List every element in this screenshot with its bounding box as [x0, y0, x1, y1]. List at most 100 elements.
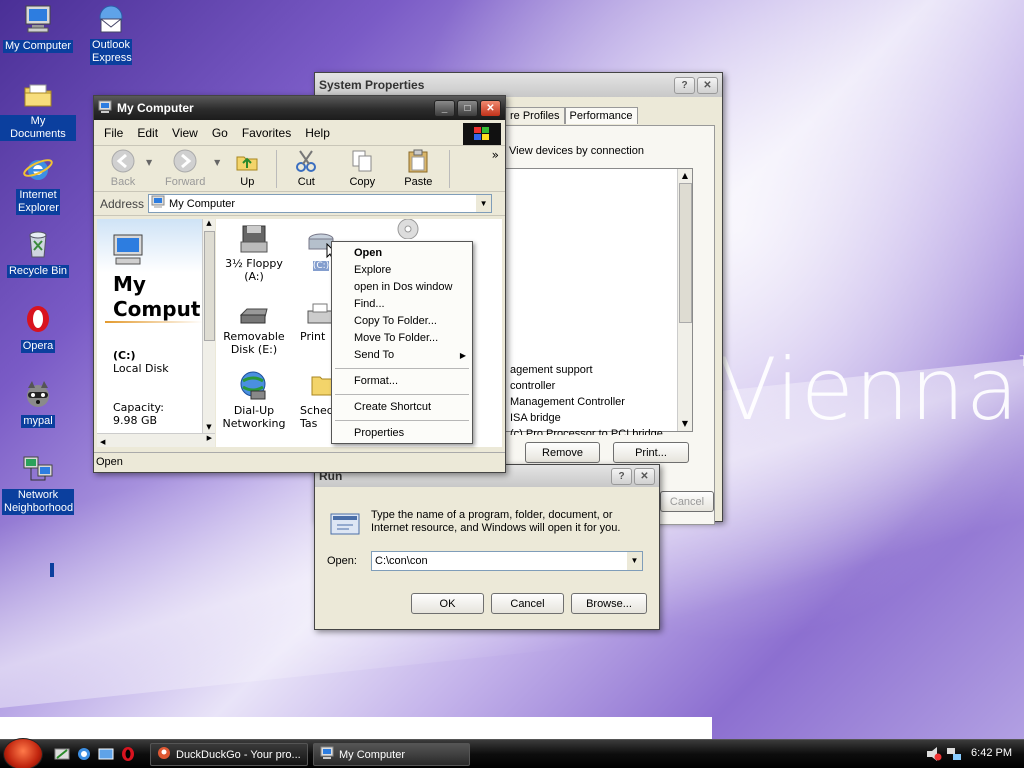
tab-hardware-profiles[interactable]: re Profiles: [505, 107, 565, 124]
close-button[interactable]: ✕: [480, 99, 501, 117]
browse-button[interactable]: Browse...: [571, 593, 647, 614]
computer-icon: [98, 100, 112, 117]
print-button[interactable]: Print...: [613, 442, 689, 463]
minimize-button[interactable]: _: [434, 99, 455, 117]
run-dialog: Run ? ✕ Type the name of a program, folde…: [314, 464, 660, 630]
paste-icon: [406, 149, 430, 173]
quicklaunch-desktop-icon[interactable]: [54, 746, 70, 765]
info-pane: My Comput (C:) Local Disk Capacity: 9.98…: [97, 219, 202, 433]
menu-file[interactable]: File: [104, 126, 123, 140]
paste-button[interactable]: Paste: [395, 149, 441, 188]
up-folder-icon: [235, 149, 259, 173]
list-item[interactable]: ISA bridge: [510, 410, 663, 426]
open-input[interactable]: C:\con\con ▼: [371, 551, 643, 571]
wallpaper-logo: ViennaTM: [718, 340, 1024, 440]
menu-item-explore[interactable]: Explore: [332, 262, 472, 279]
network-icon: [21, 452, 55, 486]
menu-item-copy-to-folder[interactable]: Copy To Folder...: [332, 313, 472, 330]
submenu-arrow-icon: ▶: [459, 351, 466, 360]
menu-item-move-to-folder[interactable]: Move To Folder...: [332, 330, 472, 347]
menu-item-open-in-dos-window[interactable]: open in Dos window: [332, 279, 472, 296]
desktop-icon-my-documents[interactable]: My Documents: [0, 78, 76, 141]
close-button[interactable]: ✕: [697, 76, 718, 94]
task-my-computer[interactable]: My Computer: [313, 743, 470, 766]
volume-icon[interactable]: [926, 746, 942, 765]
info-pane-title: My Comput: [113, 272, 201, 321]
quicklaunch-ie-icon[interactable]: [76, 746, 92, 765]
cancel-button[interactable]: Cancel: [660, 491, 714, 512]
cut-button[interactable]: Cut: [283, 149, 329, 188]
desktop-icon-internet-explorer[interactable]: Internet Explorer: [0, 152, 76, 215]
menu-item-send-to[interactable]: Send To ▶: [332, 347, 472, 364]
menu-help[interactable]: Help: [305, 126, 330, 140]
menu-item-properties[interactable]: Properties: [332, 425, 472, 442]
back-button[interactable]: Back: [100, 149, 146, 188]
drive-e-item[interactable]: Removable Disk (E:): [220, 301, 288, 356]
desktop-icon-mypal[interactable]: mypal: [0, 377, 76, 428]
dialup-icon: [220, 369, 288, 404]
ie-icon: [21, 152, 55, 186]
task-duckduckgo[interactable]: DuckDuckGo - Your pro...: [150, 743, 308, 766]
address-input[interactable]: My Computer ▼: [148, 194, 493, 213]
toolbar-chevron[interactable]: »: [492, 148, 499, 162]
menu-go[interactable]: Go: [212, 126, 228, 140]
cancel-button[interactable]: Cancel: [491, 593, 564, 614]
chevron-down-icon[interactable]: ▼: [627, 552, 642, 570]
chevron-down-icon[interactable]: ▼: [476, 195, 492, 212]
system-properties-titlebar[interactable]: System Properties ? ✕: [315, 73, 722, 97]
raccoon-icon: [21, 377, 55, 411]
ok-button[interactable]: OK: [411, 593, 484, 614]
remove-button[interactable]: Remove: [525, 442, 600, 463]
computer-icon: [151, 195, 165, 212]
up-button[interactable]: Up: [224, 149, 270, 188]
forward-button[interactable]: Forward: [156, 149, 214, 188]
maximize-button[interactable]: □: [457, 99, 478, 117]
recycle-bin-icon: [21, 227, 55, 261]
open-input-value: C:\con\con: [375, 555, 428, 567]
mail-icon: [94, 2, 128, 36]
capacity-label: Capacity:: [113, 401, 164, 414]
network-tray-icon[interactable]: [946, 746, 962, 765]
copy-button[interactable]: Copy: [339, 149, 385, 188]
cdrom-item[interactable]: [394, 219, 422, 242]
start-button[interactable]: [3, 738, 43, 768]
device-list-scrollbar[interactable]: ▲ ▼: [677, 169, 692, 431]
help-button[interactable]: ?: [611, 467, 632, 485]
device-list[interactable]: agement support controller Management Co…: [505, 168, 693, 435]
quicklaunch-opera-icon[interactable]: [120, 746, 136, 765]
menu-edit[interactable]: Edit: [137, 126, 158, 140]
address-bar: Address My Computer ▼: [94, 192, 505, 216]
list-item[interactable]: controller: [510, 378, 663, 394]
info-pane-scrollbar[interactable]: ▲ ▼: [202, 219, 215, 433]
address-label: Address: [100, 196, 145, 211]
desktop-icon-outlook-express[interactable]: Outlook Express: [73, 2, 149, 65]
drive-a-item[interactable]: 3½ Floppy (A:): [224, 224, 284, 283]
view-by-connection-radio[interactable]: View devices by connection: [509, 145, 644, 157]
dialup-networking-item[interactable]: Dial-Up Networking: [220, 369, 288, 430]
menu-item-find[interactable]: Find...: [332, 296, 472, 313]
clock[interactable]: 6:42 PM: [971, 747, 1012, 759]
close-button[interactable]: ✕: [634, 467, 655, 485]
tab-performance[interactable]: Performance: [564, 107, 638, 124]
desktop-icon-recycle-bin[interactable]: Recycle Bin: [0, 227, 76, 278]
list-item[interactable]: Management Controller: [510, 394, 663, 410]
drive-letter: (C:): [113, 349, 136, 362]
my-computer-titlebar[interactable]: My Computer _ □ ✕: [94, 96, 505, 120]
quicklaunch-mail-icon[interactable]: [98, 746, 114, 765]
menu-favorites[interactable]: Favorites: [242, 126, 291, 140]
desktop-icon-network-neighborhood[interactable]: Network Neighborhood: [0, 452, 76, 515]
menu-view[interactable]: View: [172, 126, 198, 140]
computer-icon: [320, 746, 334, 763]
menu-item-open[interactable]: Open: [332, 245, 472, 262]
cdrom-icon: [394, 219, 422, 242]
opera-icon: [21, 302, 55, 336]
desktop-icon-opera[interactable]: Opera: [0, 302, 76, 353]
menu-item-create-shortcut[interactable]: Create Shortcut: [332, 399, 472, 416]
help-button[interactable]: ?: [674, 76, 695, 94]
list-item[interactable]: (c) Pro Processor to PCI bridge: [510, 426, 663, 435]
menu-item-format[interactable]: Format...: [332, 373, 472, 390]
list-item[interactable]: agement support: [510, 362, 663, 378]
horizontal-scrollbar[interactable]: ◀ ▶: [97, 433, 215, 447]
desktop-icon-my-computer[interactable]: My Computer: [0, 2, 76, 53]
forward-icon: [173, 149, 197, 173]
